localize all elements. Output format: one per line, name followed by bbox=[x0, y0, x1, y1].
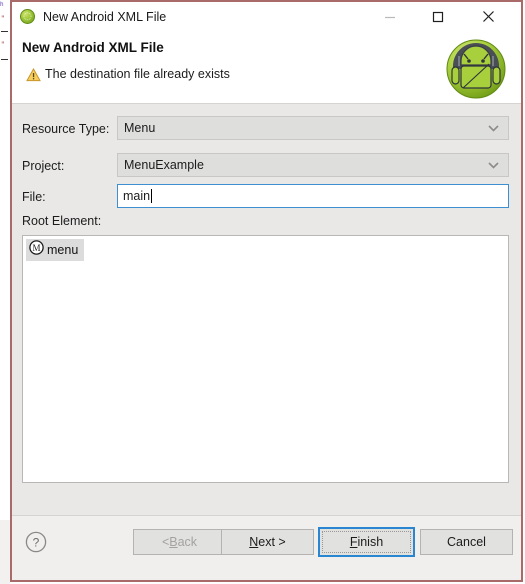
resource-type-value: Menu bbox=[124, 121, 156, 135]
close-icon[interactable] bbox=[467, 2, 509, 31]
background-code-dash bbox=[1, 59, 8, 60]
back-button-mnemonic: B bbox=[169, 535, 178, 549]
root-element-list[interactable]: M menu bbox=[22, 235, 509, 483]
android-robot-head-icon bbox=[445, 38, 507, 100]
dialog-footer: ? < Back Next > Finish Cancel bbox=[12, 515, 521, 580]
title-bar: ◌ New Android XML File bbox=[12, 2, 521, 32]
list-item[interactable]: M menu bbox=[26, 239, 85, 261]
warning-triangle-icon bbox=[26, 67, 41, 82]
dialog-header: New Android XML File The destination fil… bbox=[12, 32, 521, 104]
svg-text:?: ? bbox=[33, 536, 40, 550]
finish-button[interactable]: Finish bbox=[318, 527, 415, 557]
new-android-xml-file-dialog: ◌ New Android XML File New Android XML F… bbox=[10, 0, 523, 582]
background-editor-strip: h " " bbox=[0, 0, 10, 584]
list-item-label: menu bbox=[47, 243, 79, 257]
project-row: Project: MenuExample bbox=[12, 153, 521, 181]
maximize-icon[interactable] bbox=[417, 2, 459, 31]
chevron-down-icon bbox=[487, 119, 500, 137]
back-button-prefix: < bbox=[161, 535, 170, 549]
dialog-body: Resource Type: Menu Project: MenuExample… bbox=[12, 104, 521, 515]
project-label: Project: bbox=[22, 159, 65, 173]
page-title: New Android XML File bbox=[22, 40, 164, 55]
root-element-label: Root Element: bbox=[22, 214, 102, 228]
finish-button-rest: inish bbox=[357, 535, 384, 549]
background-code-fragment: h bbox=[0, 1, 4, 8]
resource-type-label: Resource Type: bbox=[22, 122, 110, 136]
android-ball-icon: ◌ bbox=[20, 9, 36, 25]
background-code-fragment: " bbox=[1, 41, 5, 48]
resource-type-select[interactable]: Menu bbox=[117, 116, 509, 140]
file-input[interactable]: main bbox=[117, 184, 509, 208]
minimize-icon[interactable] bbox=[369, 2, 411, 31]
finish-button-focus-ring: Finish bbox=[322, 531, 411, 553]
chevron-down-icon bbox=[487, 156, 500, 174]
project-select[interactable]: MenuExample bbox=[117, 153, 509, 177]
next-button-rest: ext > bbox=[258, 535, 286, 549]
file-input-value: main bbox=[123, 189, 151, 203]
header-message: The destination file already exists bbox=[45, 67, 230, 81]
question-mark-icon[interactable]: ? bbox=[25, 531, 47, 553]
back-button-rest: ack bbox=[177, 535, 198, 549]
project-value: MenuExample bbox=[124, 158, 204, 172]
file-row: File: main bbox=[12, 184, 521, 212]
back-button[interactable]: < Back bbox=[133, 529, 226, 555]
next-button-mnemonic: N bbox=[249, 535, 259, 549]
background-toolbar-strip bbox=[0, 520, 10, 584]
svg-text:M: M bbox=[32, 243, 40, 253]
finish-button-mnemonic: F bbox=[349, 535, 358, 549]
background-code-fragment: " bbox=[1, 15, 5, 22]
circled-m-icon: M bbox=[29, 240, 44, 260]
cancel-button[interactable]: Cancel bbox=[420, 529, 513, 555]
file-label: File: bbox=[22, 190, 46, 204]
next-button[interactable]: Next > bbox=[221, 529, 314, 555]
background-code-dash bbox=[1, 31, 8, 32]
resource-type-row: Resource Type: Menu bbox=[12, 116, 521, 144]
window-title: New Android XML File bbox=[43, 10, 167, 24]
text-caret bbox=[151, 189, 153, 203]
